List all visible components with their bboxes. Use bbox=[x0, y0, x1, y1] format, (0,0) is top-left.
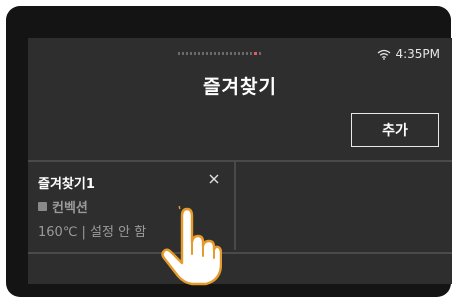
page-dot bbox=[254, 52, 257, 55]
page-dot bbox=[238, 52, 240, 55]
screen: 4:35PM 즐겨찾기 추가 즐겨찾기1 컨벡션 160℃ | 설정 안 함 bbox=[28, 38, 452, 284]
page-title: 즐겨찾기 bbox=[203, 76, 277, 98]
convection-mode-icon bbox=[38, 202, 47, 211]
page-dot bbox=[250, 52, 252, 55]
page-dot bbox=[214, 52, 216, 55]
favorite-mode: 컨벡션 bbox=[52, 201, 88, 216]
favorite-setting: 160℃ | 설정 안 함 bbox=[38, 225, 147, 240]
page-dot bbox=[246, 52, 248, 55]
page-dot bbox=[218, 52, 220, 55]
page-dot bbox=[194, 52, 196, 55]
page-dot bbox=[182, 52, 184, 55]
page-dot bbox=[210, 52, 212, 55]
favorite-name: 즐겨찾기1 bbox=[38, 177, 95, 192]
page-dot bbox=[186, 52, 188, 55]
wifi-icon bbox=[378, 49, 391, 60]
favorites-grid: 즐겨찾기1 컨벡션 160℃ | 설정 안 함 bbox=[28, 162, 452, 250]
page-indicator bbox=[178, 52, 261, 55]
page-dot bbox=[259, 52, 261, 55]
page-dot bbox=[222, 52, 224, 55]
page-dot bbox=[226, 52, 228, 55]
close-icon[interactable] bbox=[206, 171, 222, 187]
page-dot bbox=[234, 52, 236, 55]
status-bar: 4:35PM bbox=[377, 47, 440, 61]
add-button[interactable]: 추가 bbox=[351, 113, 439, 147]
status-time: 4:35PM bbox=[395, 47, 440, 61]
device-bezel: 4:35PM 즐겨찾기 추가 즐겨찾기1 컨벡션 160℃ | 설정 안 함 bbox=[6, 6, 452, 297]
page-dot bbox=[206, 52, 208, 55]
page-dot bbox=[190, 52, 192, 55]
divider bbox=[28, 252, 452, 254]
favorite-mode-row: 컨벡션 bbox=[38, 197, 88, 216]
page-dot bbox=[178, 52, 180, 55]
favorite-empty-slot[interactable] bbox=[238, 162, 452, 250]
page-dot bbox=[230, 52, 232, 55]
page-dot bbox=[202, 52, 204, 55]
page-dot bbox=[242, 52, 244, 55]
pointing-hand-icon bbox=[161, 206, 222, 286]
page-dot bbox=[198, 52, 200, 55]
